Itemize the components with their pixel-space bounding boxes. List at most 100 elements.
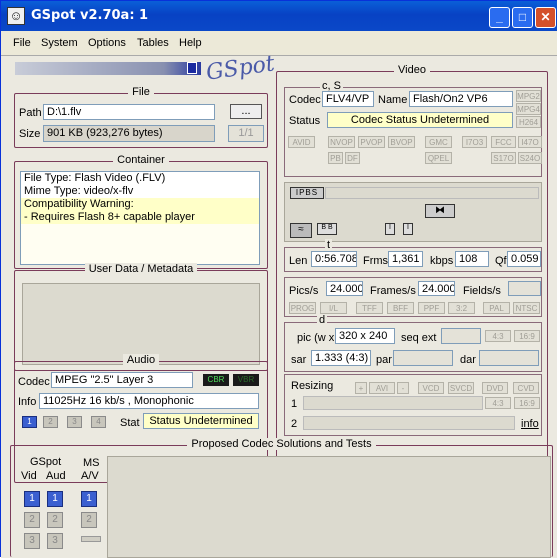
rate-section: Pics/s 24.000 Frames/s 24.000 Fields/s P… [284,277,542,317]
close-button[interactable]: ✕ [535,7,556,28]
par-label: par [376,354,392,366]
fcc-flag: FCC [491,136,516,148]
title-bar[interactable]: ☺ GSpot v2.70a: 1 _ □ ✕ [1,1,557,31]
menu-help[interactable]: Help [179,37,202,49]
menu-file[interactable]: File [13,37,31,49]
aud-label: Aud [46,470,66,482]
resize-cvd-button[interactable]: CVD [513,382,539,394]
i470-flag: I47O [518,136,542,148]
avid-flag: AVID [288,136,315,148]
fields-value [508,281,541,296]
kbps-label: kbps [430,255,454,267]
resize-minus-button[interactable]: - [397,382,409,394]
il-flag: I/L [320,302,347,314]
stat-value: Status Undetermined [143,413,259,429]
app-icon: ☺ [7,7,25,25]
frame-step-icon[interactable]: ⧓ [425,204,455,218]
resize-vcd-button[interactable]: VCD [418,382,444,394]
vid-3-button[interactable]: 3 [24,533,40,549]
aud-2-button[interactable]: 2 [47,512,63,528]
seqext-43-button[interactable]: 4:3 [485,330,511,342]
menu-tables[interactable]: Tables [137,37,169,49]
info-link[interactable]: info [521,418,539,430]
aud-3-button[interactable]: 3 [47,533,63,549]
df-flag: DF [345,152,360,164]
logo-square-icon [187,62,197,74]
dar-value [479,350,539,366]
resize-169-button[interactable]: 16:9 [514,397,540,409]
minimize-button[interactable]: _ [489,7,510,28]
audio-legend: Audio [122,354,160,366]
menu-system[interactable]: System [41,37,78,49]
audio-codec-value: MPEG "2.5" Layer 3 [51,372,193,388]
name-label: Name [378,94,408,106]
resize-plus-button[interactable]: + [355,382,367,394]
frms-value: 1,361 [388,251,423,267]
maximize-button[interactable]: □ [512,7,533,28]
resize-dvd-button[interactable]: DVD [482,382,508,394]
codec-section: c, S Codec FLV4/VP Name Flash/On2 VP6 St… [284,80,542,177]
dimension-section: d pic (w x 320 x 240 seq ext 4:3 16:9 sa… [284,314,542,372]
vid-2-button[interactable]: 2 [24,512,40,528]
status-value: Codec Status Undetermined [327,112,513,128]
audio-stream-2-button[interactable]: 2 [43,416,58,428]
size-label: Size [19,128,41,140]
ms-2-button[interactable]: 2 [81,512,97,528]
audio-stream-4-button[interactable]: 4 [91,416,106,428]
resizing-section: Resizing + AVI - VCD SVCD DVD CVD 1 4:3 … [284,374,542,436]
32-flag: 3:2 [448,302,475,314]
qf-value: 0.059 [507,251,541,267]
resize-svcd-button[interactable]: SVCD [448,382,474,394]
pic-label: pic (w x [297,332,335,344]
b-frame-marker-icon: B B [317,223,337,235]
video-codec-label: Codec [289,94,321,106]
userdata-legend: User Data / Metadata [84,263,198,275]
sar-label: sar [291,354,307,366]
ms-1-button[interactable]: 1 [81,491,97,507]
s170-flag: S17O [491,152,516,164]
path-label: Path [19,107,42,119]
logo-gradient [15,62,201,75]
frame-type-area: IPBS ⧓ ≈ B B I I [284,182,542,242]
audio-codec-label: Codec [18,376,50,388]
gspot-window: ☺ GSpot v2.70a: 1 _ □ ✕ File System Opti… [0,0,557,558]
browse-button[interactable]: ... [230,104,262,119]
gmc-flag: GMC [425,136,452,148]
qf-label: Qf [495,255,507,267]
i703-flag: I7O3 [462,136,487,148]
ms-slider[interactable] [81,536,101,542]
resize-avi-button[interactable]: AVI [369,382,395,394]
mpg4-flag: MPG4 [516,103,541,115]
resize-43-button[interactable]: 4:3 [485,397,511,409]
t-label: t [325,239,333,251]
vid-1-button[interactable]: 1 [24,491,40,507]
s240-flag: S24O [518,152,542,164]
picture-icon[interactable]: ≈ [290,223,312,238]
len-label: Len [289,255,308,267]
prog-flag: PROG [289,302,316,314]
frame-sequence-bar [325,187,539,199]
proposed-solutions-area [107,456,551,558]
ms-label: MS [83,457,100,469]
d-label: d [317,314,328,326]
dar-label: dar [460,354,476,366]
menu-options[interactable]: Options [88,37,126,49]
container-line: Mime Type: video/x-flv [21,185,259,198]
audio-stream-3-button[interactable]: 3 [67,416,82,428]
i-frame-marker-1-icon: I [385,223,395,235]
container-group: Container File Type: Flash Video (.FLV) … [14,154,268,269]
len-value: 0:56.708 [311,251,357,267]
ipbs-indicator: IPBS [290,187,324,199]
audio-stream-1-button[interactable]: 1 [22,416,37,428]
aud-1-button[interactable]: 1 [47,491,63,507]
count-value: 1/1 [228,125,264,142]
video-codec-value: FLV4/VP [322,91,374,107]
seqext-169-button[interactable]: 16:9 [514,330,540,342]
i-frame-marker-2-icon: I [403,223,413,235]
ntsc-flag: NTSC [513,302,540,314]
path-input[interactable]: D:\1.flv [43,104,215,120]
av-label: A/V [81,470,99,482]
ppf-flag: PPF [418,302,445,314]
container-legend: Container [113,154,169,166]
main-content: GSpot File Path D:\1.flv ... Size 901 KB… [1,51,557,558]
